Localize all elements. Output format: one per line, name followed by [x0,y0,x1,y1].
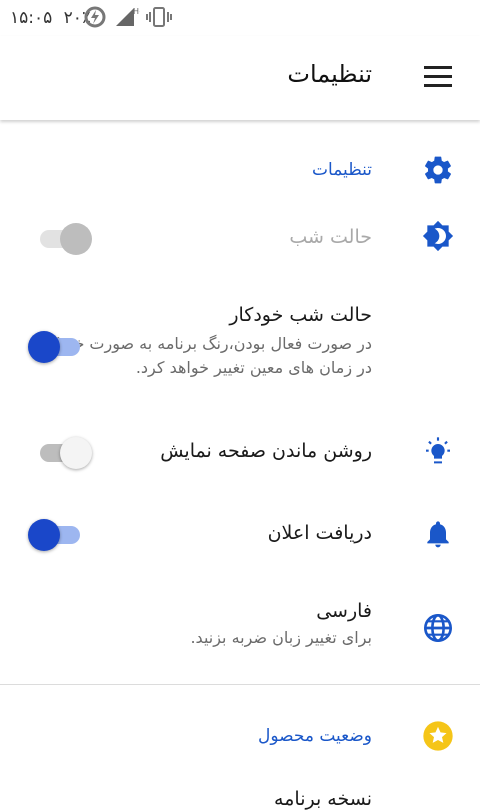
notifications-label: دریافت اعلان [267,522,372,544]
partial-row-label[interactable]: نسخه برنامه [274,788,372,810]
network-type-label: H+ [133,7,140,16]
night-mode-toggle[interactable] [40,218,92,258]
keep-screen-on-toggle[interactable] [40,432,92,472]
hamburger-menu-icon[interactable] [424,66,452,88]
product-status-title: وضعیت محصول [257,726,372,746]
globe-icon [424,614,452,642]
vibrate-icon [146,7,172,27]
status-time-text: ۱۵:۰۵ [10,8,53,28]
brightness-moon-icon [422,220,454,252]
divider [0,684,480,685]
auto-night-mode-label: حالت شب خودکار [229,304,372,326]
settings-section-title: تنظیمات [312,160,372,180]
lightbulb-icon [426,437,450,464]
settings-list: تنظیمات حالت شب حالت شب خودکار در صورت ف… [0,120,480,810]
star-icon [423,721,453,751]
auto-night-mode-toggle[interactable] [28,326,92,366]
notifications-toggle[interactable] [28,514,92,554]
bell-icon [427,521,449,548]
page-title: تنظیمات [287,60,372,88]
language-row[interactable]: فارسی برای تغییر زبان ضربه بزنید. [190,600,372,650]
app-bar: تنظیمات [0,36,480,120]
language-label: فارسی [316,600,372,622]
battery-charging-icon [84,6,106,28]
keep-screen-on-label: روشن ماندن صفحه نمایش [160,440,372,462]
night-mode-label: حالت شب [289,226,372,248]
status-bar: ۱۵:۰۵ ۲۰٪ H+ [0,0,480,36]
signal-icon: H+ [116,7,140,26]
status-time: ۱۵:۰۵ ۲۰٪ [10,8,91,28]
gear-icon [425,156,451,184]
language-summary: برای تغییر زبان ضربه بزنید. [190,628,372,647]
